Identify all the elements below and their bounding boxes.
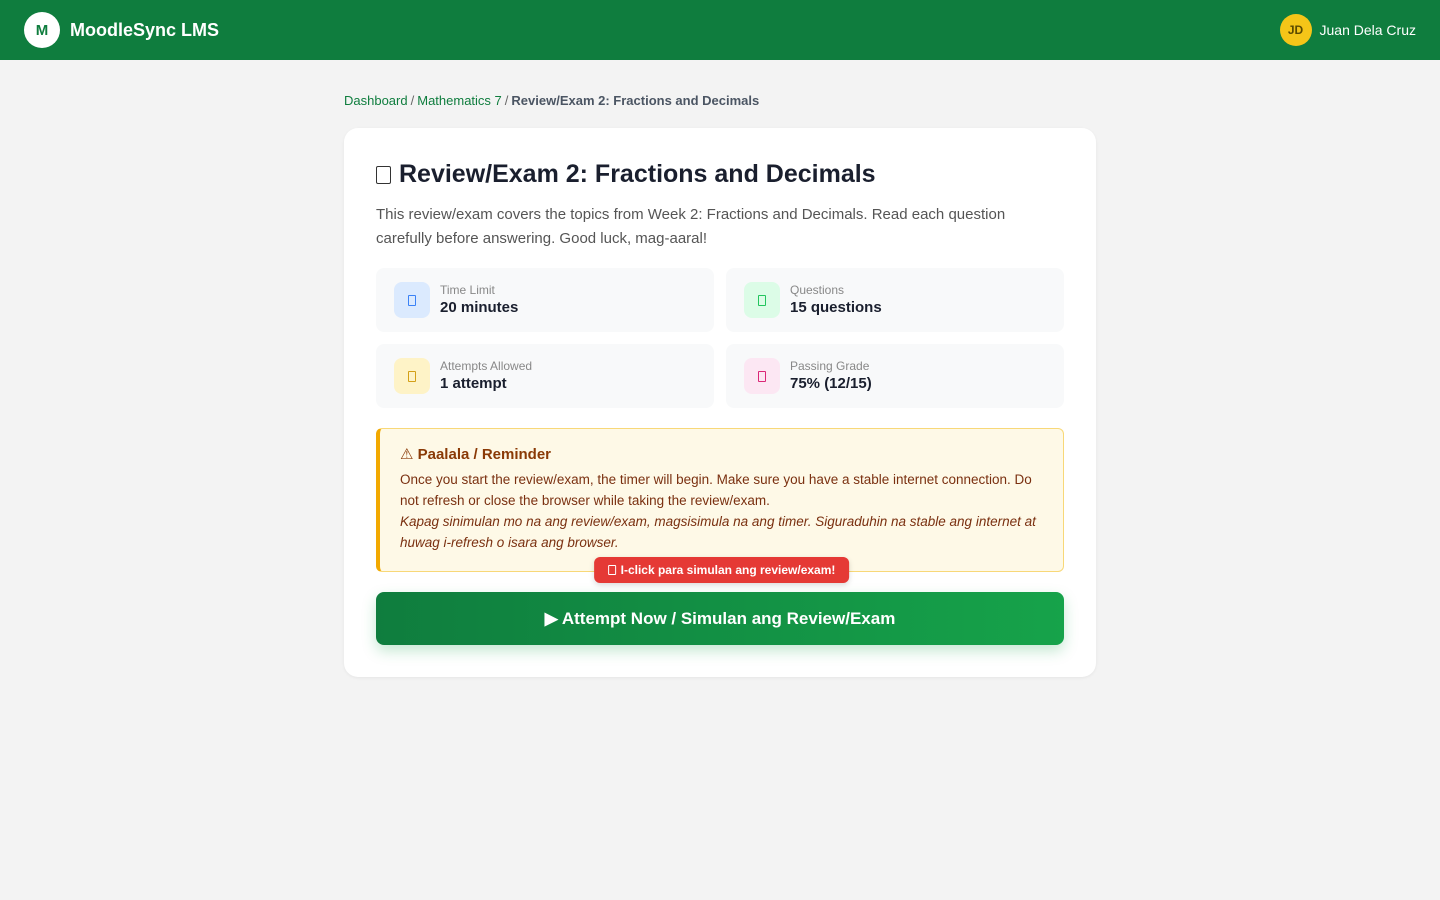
- breadcrumb: Dashboard / Mathematics 7/Review/Exam 2: F…: [344, 93, 1096, 109]
- info-value: 20 minutes: [440, 299, 519, 316]
- pointer-icon: [607, 565, 616, 575]
- tooltip-text: I-click para simulan ang review/exam!: [620, 563, 836, 577]
- reminder-text-filipino: Kapag sinimulan mo na ang review/exam, m…: [400, 514, 1036, 550]
- info-value: 1 attempt: [440, 375, 507, 392]
- user-avatar[interactable]: JD: [1279, 14, 1312, 46]
- info-time-limit: Time Limit 20 minutes: [376, 268, 714, 332]
- app-title[interactable]: MoodleSync LMS: [70, 20, 219, 41]
- info-label: Attempts Allowed: [440, 359, 533, 373]
- attempt-now-button[interactable]: ▶ Attempt Now / Simulan ang Review/Exam: [376, 592, 1064, 645]
- info-label: Questions: [790, 283, 845, 297]
- info-questions: Questions 15 questions: [726, 268, 1064, 332]
- info-value: 75% (12/15): [790, 375, 872, 392]
- brand[interactable]: M MoodleSync LMS: [24, 12, 219, 48]
- user-name[interactable]: Juan Dela Cruz: [1320, 22, 1417, 38]
- passing-grade-icon: [744, 358, 780, 394]
- breadcrumb-current: Review/Exam 2: Fractions and Decimals: [511, 93, 760, 108]
- exam-icon: [376, 165, 391, 184]
- questions-icon: [744, 282, 780, 318]
- clock-icon: [394, 282, 430, 318]
- breadcrumb-separator: /: [410, 93, 415, 108]
- reminder-box: ⚠ Paalala / Reminder Once you start the …: [376, 428, 1064, 583]
- info-value: 15 questions: [790, 299, 882, 316]
- attempts-icon: [394, 358, 430, 394]
- main-content: Dashboard / Mathematics 7/Review/Exam 2: F…: [344, 60, 1096, 677]
- exam-title: Review/Exam 2: Fractions and Decimals: [399, 160, 876, 188]
- breadcrumb-dashboard[interactable]: Dashboard: [344, 93, 408, 108]
- info-label: Time Limit: [440, 283, 495, 297]
- reminder-title: ⚠ Paalala / Reminder: [400, 446, 552, 463]
- top-navbar: M MoodleSync LMS JD Juan Dela Cruz: [0, 0, 1440, 60]
- info-label: Passing Grade: [790, 359, 870, 373]
- app-logo[interactable]: M: [24, 12, 60, 48]
- breadcrumb-course[interactable]: Mathematics 7: [417, 93, 502, 108]
- info-attempts: Attempts Allowed 1 attempt: [376, 344, 714, 408]
- start-tooltip: I-click para simulan ang review/exam!: [593, 557, 850, 583]
- reminder-text-english: Once you start the review/exam, the time…: [400, 472, 1032, 508]
- info-passing-grade: Passing Grade 75% (12/15): [726, 344, 1064, 408]
- exam-info-grid: Time Limit 20 minutes Questions 15 quest…: [376, 268, 1064, 408]
- breadcrumb-separator: /: [504, 93, 509, 108]
- exam-title-row: Review/Exam 2: Fractions and Decimals: [376, 160, 1064, 189]
- user-menu[interactable]: JD Juan Dela Cruz: [1279, 14, 1417, 46]
- exam-card: Review/Exam 2: Fractions and Decimals Th…: [344, 128, 1096, 677]
- exam-description: This review/exam covers the topics from …: [376, 206, 1006, 247]
